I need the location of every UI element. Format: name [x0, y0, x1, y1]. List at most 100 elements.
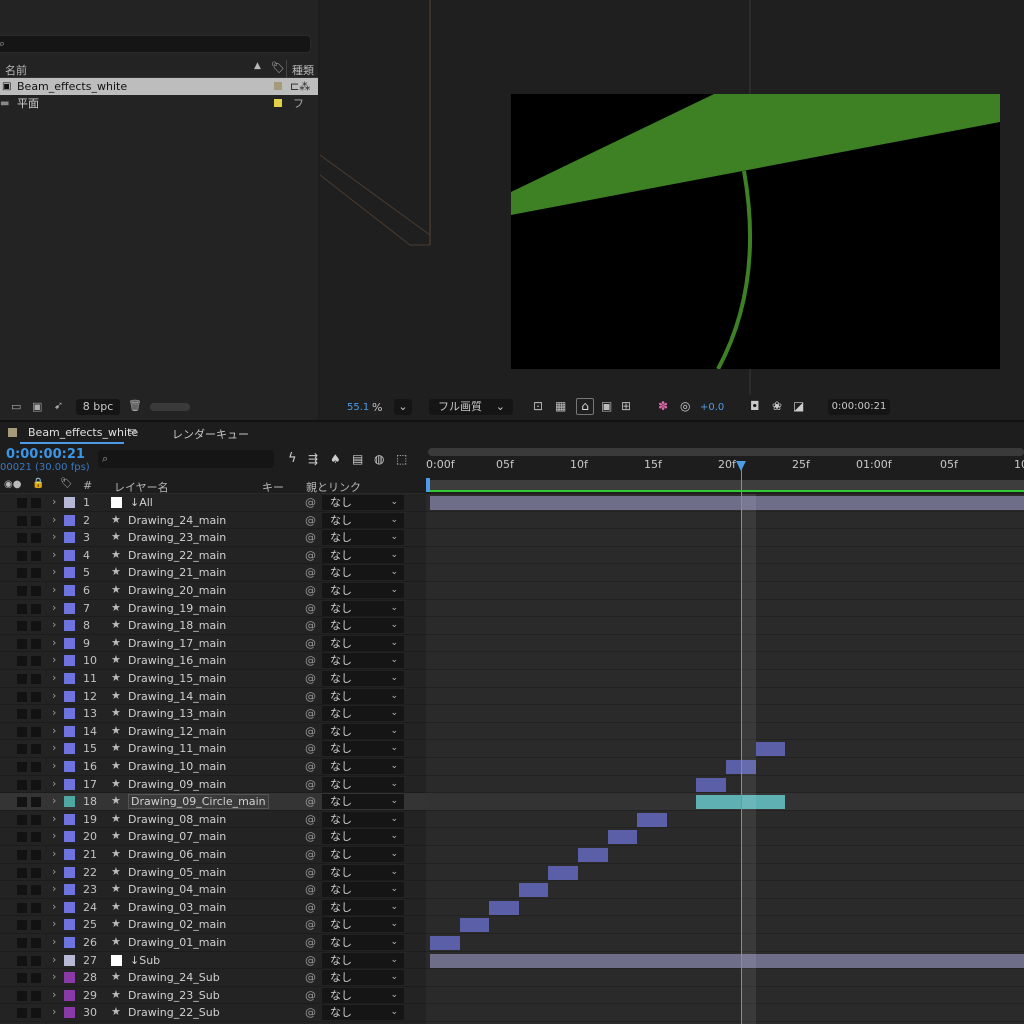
layer-row[interactable]: › 30 ★ Drawing_22_Sub @ なし ⌄	[0, 1004, 426, 1022]
video-switch[interactable]	[17, 762, 27, 772]
layer-label-color[interactable]	[64, 549, 75, 561]
video-switch[interactable]	[17, 814, 27, 825]
solo-switch[interactable]	[31, 938, 41, 948]
layer-name[interactable]: Drawing_19_main	[128, 602, 226, 615]
channel-icon[interactable]: ✽	[658, 399, 668, 413]
layer-name[interactable]: Drawing_06_main	[128, 848, 226, 861]
solo-switch[interactable]	[31, 674, 41, 684]
solo-switch[interactable]	[31, 621, 41, 632]
chevron-right-icon[interactable]: ›	[52, 900, 56, 913]
video-switch[interactable]	[17, 533, 27, 544]
video-switch[interactable]	[17, 973, 27, 984]
track-row[interactable]	[426, 705, 1024, 723]
region-of-interest-icon[interactable]: ▣	[601, 399, 612, 413]
parent-pickwhip-icon[interactable]: @	[305, 795, 316, 808]
layer-label-color[interactable]	[64, 937, 75, 948]
parent-dropdown[interactable]: なし ⌄	[322, 811, 404, 827]
parent-pickwhip-icon[interactable]: @	[305, 954, 316, 967]
layer-row[interactable]: › 15 ★ Drawing_11_main @ なし ⌄	[0, 740, 426, 758]
parent-pickwhip-icon[interactable]: @	[305, 725, 316, 738]
layer-row[interactable]: › 26 ★ Drawing_01_main @ なし ⌄	[0, 934, 426, 952]
layer-duration-bar[interactable]	[430, 953, 1024, 968]
layer-row[interactable]: › 20 ★ Drawing_07_main @ なし ⌄	[0, 828, 426, 846]
zoom-value[interactable]: 55.1	[347, 402, 369, 413]
video-switch[interactable]	[17, 674, 27, 684]
layer-label-color[interactable]	[64, 866, 75, 878]
layer-row[interactable]: › 5 ★ Drawing_21_main @ なし ⌄	[0, 564, 426, 582]
layer-row[interactable]: › 16 ★ Drawing_10_main @ なし ⌄	[0, 758, 426, 776]
chevron-right-icon[interactable]: ›	[52, 653, 56, 666]
video-switch[interactable]	[17, 726, 27, 737]
layer-name[interactable]: Drawing_23_Sub	[128, 989, 220, 1002]
layer-row[interactable]: › 8 ★ Drawing_18_main @ なし ⌄	[0, 617, 426, 635]
layer-row[interactable]: › 24 ★ Drawing_03_main @ なし ⌄	[0, 899, 426, 917]
track-row[interactable]	[426, 688, 1024, 706]
project-item-comp[interactable]: ▣ Beam_effects_white ⊏⁂	[0, 78, 318, 95]
layer-row[interactable]: › 27 ↓Sub @ なし ⌄	[0, 952, 426, 970]
solo-switch[interactable]	[31, 920, 41, 931]
project-item-folder[interactable]: ▬ 平面 フ	[0, 95, 318, 112]
solo-switch[interactable]	[31, 1008, 41, 1019]
track-row[interactable]	[426, 547, 1024, 565]
layer-name[interactable]: Drawing_08_main	[128, 813, 226, 826]
layer-row[interactable]: › 1 ↓All @ なし ⌄	[0, 494, 426, 512]
video-switch[interactable]	[17, 850, 27, 860]
layer-row[interactable]: › 13 ★ Drawing_13_main @ なし ⌄	[0, 705, 426, 723]
layer-name[interactable]: Drawing_18_main	[128, 619, 226, 632]
output-icon[interactable]: ◪	[793, 399, 804, 413]
layer-row[interactable]: › 3 ★ Drawing_23_main @ なし ⌄	[0, 529, 426, 547]
chevron-right-icon[interactable]: ›	[52, 724, 56, 737]
chevron-right-icon[interactable]: ›	[52, 812, 56, 825]
layer-label-color[interactable]	[64, 972, 75, 984]
layer-row[interactable]: › 28 ★ Drawing_24_Sub @ なし ⌄	[0, 969, 426, 987]
chevron-right-icon[interactable]: ›	[52, 777, 56, 790]
layer-row[interactable]: › 22 ★ Drawing_05_main @ なし ⌄	[0, 864, 426, 882]
type-column-header[interactable]: 種類	[292, 62, 314, 78]
chevron-right-icon[interactable]: ›	[52, 741, 56, 754]
parent-dropdown[interactable]: なし ⌄	[322, 688, 404, 704]
layer-name[interactable]: ↓Sub	[130, 954, 160, 967]
video-switch[interactable]	[17, 550, 27, 561]
solo-switch[interactable]	[31, 973, 41, 984]
video-switch[interactable]	[17, 515, 27, 526]
parent-pickwhip-icon[interactable]: @	[305, 989, 316, 1002]
solo-switch[interactable]	[31, 779, 41, 790]
transparency-grid-icon[interactable]: ▦	[555, 399, 566, 413]
chevron-right-icon[interactable]: ›	[52, 917, 56, 930]
current-time-indicator[interactable]	[741, 462, 742, 1024]
layer-duration-bar[interactable]	[548, 865, 578, 880]
work-area-range[interactable]	[430, 480, 1024, 490]
layer-duration-bar[interactable]	[578, 848, 608, 862]
parent-pickwhip-icon[interactable]: @	[305, 531, 316, 544]
layer-name[interactable]: Drawing_23_main	[128, 531, 226, 544]
chevron-right-icon[interactable]: ›	[52, 495, 56, 508]
layer-label-color[interactable]	[64, 497, 75, 508]
track-row[interactable]	[426, 952, 1024, 970]
video-switch[interactable]	[17, 656, 27, 667]
layer-label-color[interactable]	[64, 849, 75, 860]
chevron-right-icon[interactable]: ›	[52, 865, 56, 878]
chevron-right-icon[interactable]: ›	[52, 565, 56, 578]
solo-switch[interactable]	[31, 656, 41, 667]
parent-dropdown[interactable]: なし ⌄	[322, 1005, 404, 1021]
parent-dropdown[interactable]: なし ⌄	[322, 653, 404, 669]
layer-name[interactable]: Drawing_01_main	[128, 936, 226, 949]
chevron-right-icon[interactable]: ›	[52, 988, 56, 1001]
grid-guides-icon[interactable]: ⊞	[621, 399, 631, 413]
parent-dropdown[interactable]: なし ⌄	[322, 495, 404, 510]
parent-dropdown[interactable]: なし ⌄	[322, 618, 404, 634]
solo-switch[interactable]	[31, 638, 41, 649]
parent-dropdown[interactable]: なし ⌄	[322, 671, 404, 686]
new-folder-icon[interactable]: ▭	[11, 400, 21, 413]
chevron-right-icon[interactable]: ›	[52, 794, 56, 807]
video-switch[interactable]	[17, 902, 27, 913]
solo-switch[interactable]	[31, 885, 41, 896]
track-row[interactable]	[426, 864, 1024, 882]
parent-dropdown[interactable]: なし ⌄	[322, 741, 404, 757]
parent-pickwhip-icon[interactable]: @	[305, 778, 316, 791]
video-switch[interactable]	[17, 779, 27, 790]
parent-dropdown[interactable]: なし ⌄	[322, 635, 404, 651]
solo-switch[interactable]	[31, 744, 41, 755]
layer-label-color[interactable]	[64, 602, 75, 614]
solo-switch[interactable]	[31, 955, 41, 966]
